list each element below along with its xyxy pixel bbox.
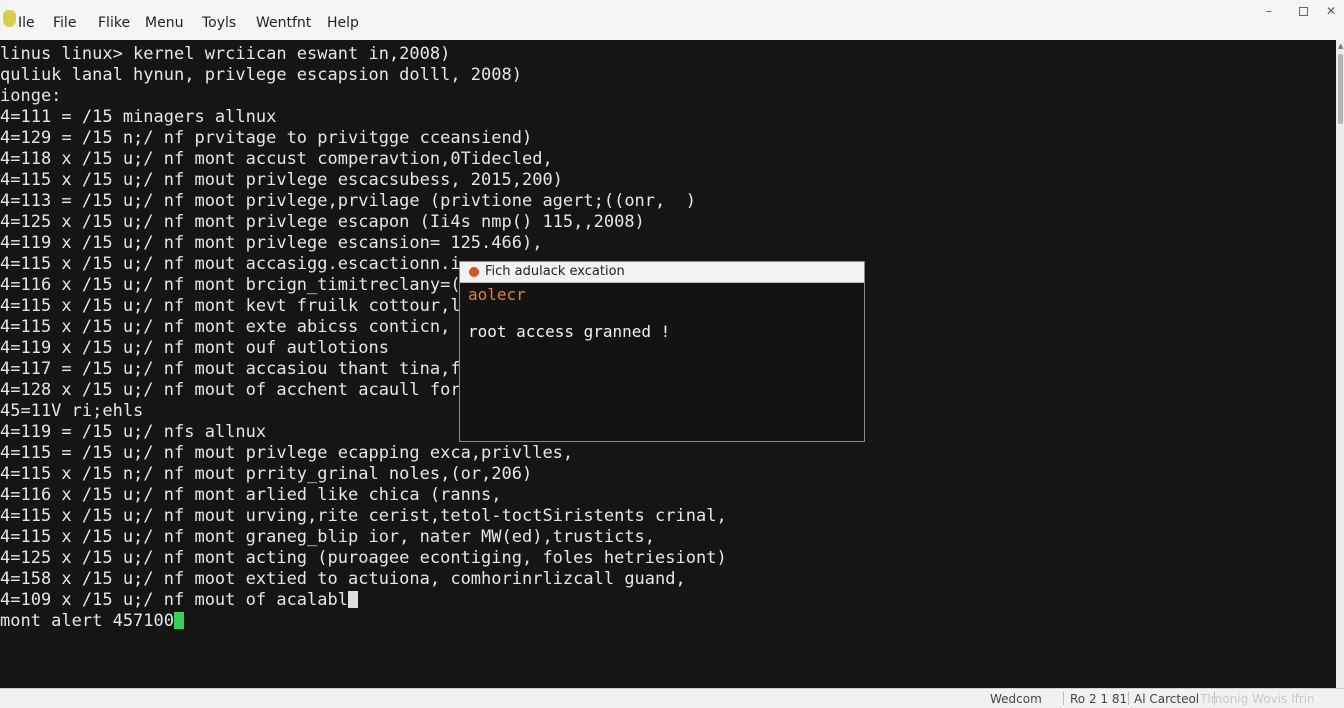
menu-flike[interactable]: Flike (98, 15, 130, 31)
terminal-line: 4=115 x /15 u;/ nf mout urving,rite ceri… (0, 506, 727, 526)
terminal-line: 4=115 x /15 u;/ nf mont graneg_blip ior,… (0, 527, 656, 547)
terminal-line: 4=116 x /15 u;/ nf mont brcign_timitrecl… (0, 275, 461, 295)
terminal-line: 4=113 = /15 u;/ nf moot privlege,prvilag… (0, 191, 696, 211)
app-icon (3, 10, 16, 27)
popup-titlebar[interactable]: Fich adulack excation (460, 262, 864, 283)
prompt-cursor (174, 612, 184, 629)
menu-ile[interactable]: Ile (18, 15, 35, 31)
vertical-scrollbar[interactable] (1336, 40, 1344, 688)
terminal-line: 45=11V ri;ehls (0, 401, 144, 421)
text-cursor (348, 591, 358, 608)
maximize-icon (1298, 6, 1308, 16)
terminal-line: 4=115 x /15 u;/ nf mont kevt fruilk cott… (0, 296, 461, 316)
status-separator (1063, 692, 1064, 705)
menu-file[interactable]: File (53, 15, 76, 31)
terminal-line: mont alert 457100 (0, 611, 174, 631)
terminal-line: 4=109 x /15 u;/ nf mout of acalabl (0, 590, 348, 610)
terminal-line: 4=119 = /15 u;/ nfs allnux (0, 422, 267, 442)
status-watermark: Tlmonig Wovis Ifrin (1200, 692, 1315, 706)
terminal-line: 4=129 = /15 n;/ nf prvitage to privitgge… (0, 128, 533, 148)
menu-toyls[interactable]: Toyls (202, 15, 236, 31)
terminal-line: 4=125 x /15 u;/ nf mont acting (puroagee… (0, 548, 727, 568)
terminal-line: 4=158 x /15 u;/ nf moot extied to actuio… (0, 569, 686, 589)
popup-title: Fich adulack excation (485, 264, 625, 279)
status-encoding: Wedcom (990, 692, 1042, 706)
scroll-up-arrow-icon[interactable]: ▲ (1338, 42, 1343, 50)
terminal-line: linus linux> kernel wrciican eswant in,2… (0, 44, 451, 64)
terminal-line: 4=115 x /15 u;/ nf mont exte abicss cont… (0, 317, 451, 337)
popup-heading: aolecr (468, 285, 526, 304)
terminal-line: 4=119 x /15 u;/ nf mont ouf autlotions (0, 338, 389, 358)
scroll-thumb[interactable] (1338, 54, 1343, 124)
terminal-line: 4=111 = /15 minagers allnux (0, 107, 277, 127)
terminal-line: ionge: (0, 86, 62, 106)
terminal-line: 4=115 x /15 u;/ nf mout accasigg.escacti… (0, 254, 461, 274)
popup-status-dot-icon (469, 267, 479, 277)
status-mode: Al Carcteol (1134, 692, 1200, 706)
status-position: Ro 2 1 81 (1070, 692, 1128, 706)
terminal-line-with-cursor: 4=109 x /15 u;/ nf mout of acalabl (0, 590, 358, 611)
menubar: Ile File Flike Menu Toyls Wentfnt Help –… (0, 0, 1344, 41)
statusbar: Wedcom Ro 2 1 81 Al Carcteol Tlmonig Wov… (0, 688, 1344, 708)
terminal-line: 4=128 x /15 u;/ nf mout of acchent acaul… (0, 380, 461, 400)
popup-message: root access granned ! (468, 322, 671, 341)
menu-menu[interactable]: Menu (145, 15, 183, 31)
minimize-icon: – (1266, 4, 1272, 18)
terminal-prompt-line: mont alert 457100 (0, 611, 184, 632)
terminal-line: 4=115 x /15 n;/ nf mout prrity_grinal no… (0, 464, 533, 484)
status-separator (1128, 692, 1129, 705)
terminal-line: 4=118 x /15 u;/ nf mont accust comperavt… (0, 149, 553, 169)
terminal-line: 4=117 = /15 u;/ nf mout accasiou thant t… (0, 359, 461, 379)
close-button[interactable]: ✕ (1320, 4, 1342, 18)
terminal-line: 4=115 = /15 u;/ nf mout privlege ecappin… (0, 443, 574, 463)
minimize-button[interactable]: – (1258, 4, 1280, 18)
terminal-line: 4=125 x /15 u;/ nf mont privlege escapon… (0, 212, 645, 232)
maximize-button[interactable] (1292, 4, 1314, 18)
close-icon: ✕ (1325, 4, 1337, 18)
menu-wentfnt[interactable]: Wentfnt (256, 15, 311, 31)
terminal-line: 4=116 x /15 u;/ nf mont arlied like chic… (0, 485, 502, 505)
terminal-line: 4=119 x /15 u;/ nf mont privlege escansi… (0, 233, 543, 253)
terminal-line: 4=115 x /15 u;/ nf mout privlege escacsu… (0, 170, 563, 190)
menu-help[interactable]: Help (327, 15, 359, 31)
alert-popup: Fich adulack excation aolecr root access… (459, 261, 865, 442)
terminal-line: quliuk lanal hynun, privlege escapsion d… (0, 65, 522, 85)
